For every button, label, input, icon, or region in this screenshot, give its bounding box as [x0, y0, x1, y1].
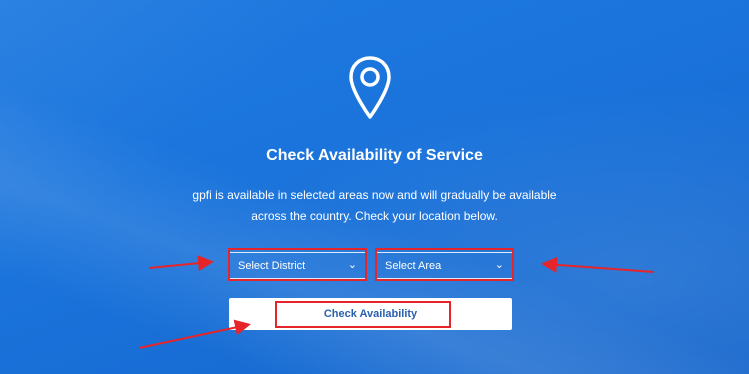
annotation-arrow-left [148, 255, 214, 272]
select-district-label: Select District [238, 259, 306, 272]
select-district-dropdown[interactable]: Select District ⌄ [229, 252, 366, 279]
page-title: Check Availability of Service [266, 147, 483, 164]
select-area-label: Select Area [385, 259, 442, 272]
page-description: gpfi is available in selected areas now … [192, 188, 557, 223]
check-availability-button[interactable]: Check Availability [229, 298, 512, 330]
annotation-arrow-right [541, 256, 655, 273]
chevron-down-icon: ⌄ [347, 259, 357, 271]
select-area-dropdown[interactable]: Select Area ⌄ [376, 252, 513, 279]
chevron-down-icon: ⌄ [494, 259, 504, 271]
check-availability-label: Check Availability [323, 308, 418, 320]
location-pin-icon [349, 56, 391, 119]
